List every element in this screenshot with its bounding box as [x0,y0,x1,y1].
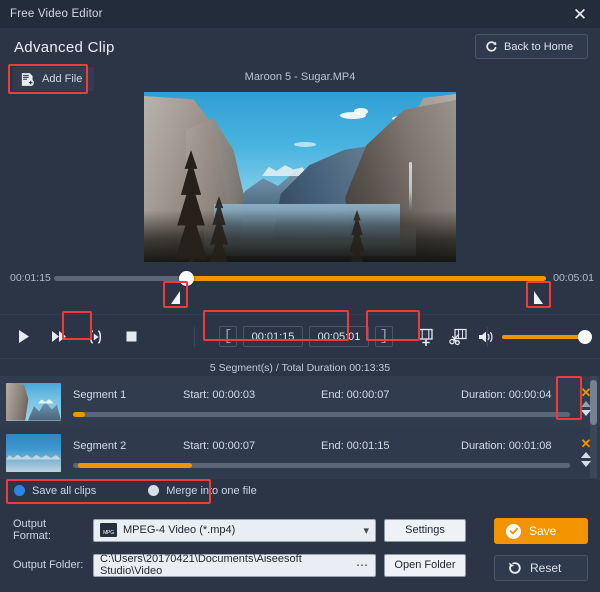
open-folder-button[interactable]: Open Folder [384,553,466,577]
segment-duration: Duration: 00:01:08 [461,439,552,452]
segment-start: Start: 00:00:07 [183,439,256,452]
move-up-icon[interactable] [580,400,592,408]
output-format-select[interactable]: MPG MPEG-4 Video (*.mp4) ▾ [93,518,376,542]
radio-dot-icon [148,485,160,496]
stop-icon [126,331,136,342]
play-icon [18,330,29,343]
output-format-value: MPEG-4 Video (*.mp4) [123,524,236,536]
mark-out-button[interactable]: ] [375,326,393,347]
page-header: Advanced Clip Back to Home [0,28,600,66]
volume-slider[interactable] [502,329,592,344]
mpeg-badge-icon: MPG [100,523,117,537]
set-clip-button[interactable] [84,326,106,348]
settings-button[interactable]: Settings [384,518,466,542]
segment-name: Segment 2 [73,439,127,452]
segment-thumbnail [6,382,61,421]
trim-out-handle[interactable] [532,289,545,306]
check-circle-icon [506,523,521,539]
radio-save-all-clips[interactable]: Save all clips [14,485,96,497]
cloud [354,108,368,115]
reset-label: Reset [530,561,562,575]
add-file-label: Add File [42,73,83,85]
save-label: Save [529,524,557,538]
page-title: Advanced Clip [14,38,115,56]
table-row[interactable]: Segment 2 Start: 00:00:07 End: 00:01:15 … [0,427,600,478]
stop-button[interactable] [120,326,142,348]
volume-control[interactable] [478,329,592,344]
segment-progress-bar[interactable] [73,462,570,468]
segments-list: Segment 1 Start: 00:00:03 End: 00:00:07 … [0,376,600,478]
segment-progress-bar[interactable] [73,411,570,417]
title-bar: Free Video Editor ✕ [0,0,600,28]
output-format-label: Output Format: [13,518,51,542]
video-preview-area [0,92,600,262]
fast-forward-icon [52,331,66,342]
segment-start: Start: 00:00:03 [183,388,256,401]
add-clip-icon [417,328,433,346]
timeline-current-time: 00:01:15 [10,272,51,284]
set-clip-icon [89,329,101,344]
segment-end: End: 00:01:15 [321,439,390,452]
chevron-down-icon: ▾ [363,524,369,537]
free-video-editor-window: Free Video Editor ✕ Advanced Clip Back t… [0,0,600,592]
playback-controls: [ 00:01:15 00:05:01 ] [0,314,600,358]
window-title: Free Video Editor [10,8,103,20]
clip-end-input[interactable]: 00:05:01 [309,326,369,347]
divider [194,326,195,347]
clip-start-input[interactable]: 00:01:15 [243,326,303,347]
output-settings: Output Format: MPG MPEG-4 Video (*.mp4) … [0,508,600,592]
save-mode-row: Save all clips Merge into one file [0,478,600,502]
close-icon[interactable]: ✕ [568,3,592,25]
radio-merge-into-one-file[interactable]: Merge into one file [148,485,257,497]
cloud [294,142,316,147]
output-folder-label: Output Folder: [13,559,84,571]
table-row[interactable]: Segment 1 Start: 00:00:03 End: 00:00:07 … [0,376,600,427]
reset-arrow-icon [509,561,521,574]
move-down-icon[interactable] [580,409,592,417]
timeline-total-time: 00:05:01 [553,272,594,284]
segment-end: End: 00:00:07 [321,388,390,401]
output-folder-value: C:\Users\20170421\Documents\Aiseesoft St… [100,553,302,577]
back-to-home-button[interactable]: Back to Home [475,34,588,59]
volume-icon [479,331,493,342]
move-up-icon[interactable] [580,451,592,459]
timeline: 00:01:15 00:05:01 [0,262,600,314]
radio-save-all-label: Save all clips [32,484,97,497]
trim-in-handle[interactable] [169,289,182,306]
timeline-selection [186,275,546,281]
save-button[interactable]: Save [494,518,588,544]
output-folder-input[interactable]: C:\Users\20170421\Documents\Aiseesoft St… [93,553,376,577]
redo-arrow-icon [486,41,497,52]
delete-x-icon[interactable]: ✕ [581,386,592,399]
move-down-icon[interactable] [580,460,592,468]
add-file-button[interactable]: Add File [13,67,95,91]
ellipsis-icon[interactable]: ⋯ [356,559,369,571]
back-to-home-label: Back to Home [504,40,574,53]
file-bar: Add File Maroon 5 - Sugar.MP4 [0,66,600,92]
split-clip-button[interactable] [447,326,469,348]
scissors-split-icon [448,328,467,345]
file-plus-icon [21,72,34,86]
waterfall [409,162,412,210]
play-button[interactable] [12,326,34,348]
radio-merge-label: Merge into one file [166,484,257,497]
video-frame[interactable] [144,92,456,262]
segments-summary: 5 Segment(s) / Total Duration 00:13:35 [0,358,600,376]
timeline-track[interactable] [54,270,546,286]
reset-button[interactable]: Reset [494,555,588,581]
segment-thumbnail [6,433,61,472]
volume-knob[interactable] [578,329,592,344]
delete-x-icon[interactable]: ✕ [581,437,592,450]
timeline-playhead[interactable] [179,270,195,286]
fast-forward-button[interactable] [48,326,70,348]
segment-duration: Duration: 00:00:04 [461,388,552,401]
mark-in-button[interactable]: [ [219,326,237,347]
add-clip-button[interactable] [415,326,437,348]
radio-dot-icon [14,485,25,496]
segment-name: Segment 1 [73,388,127,401]
